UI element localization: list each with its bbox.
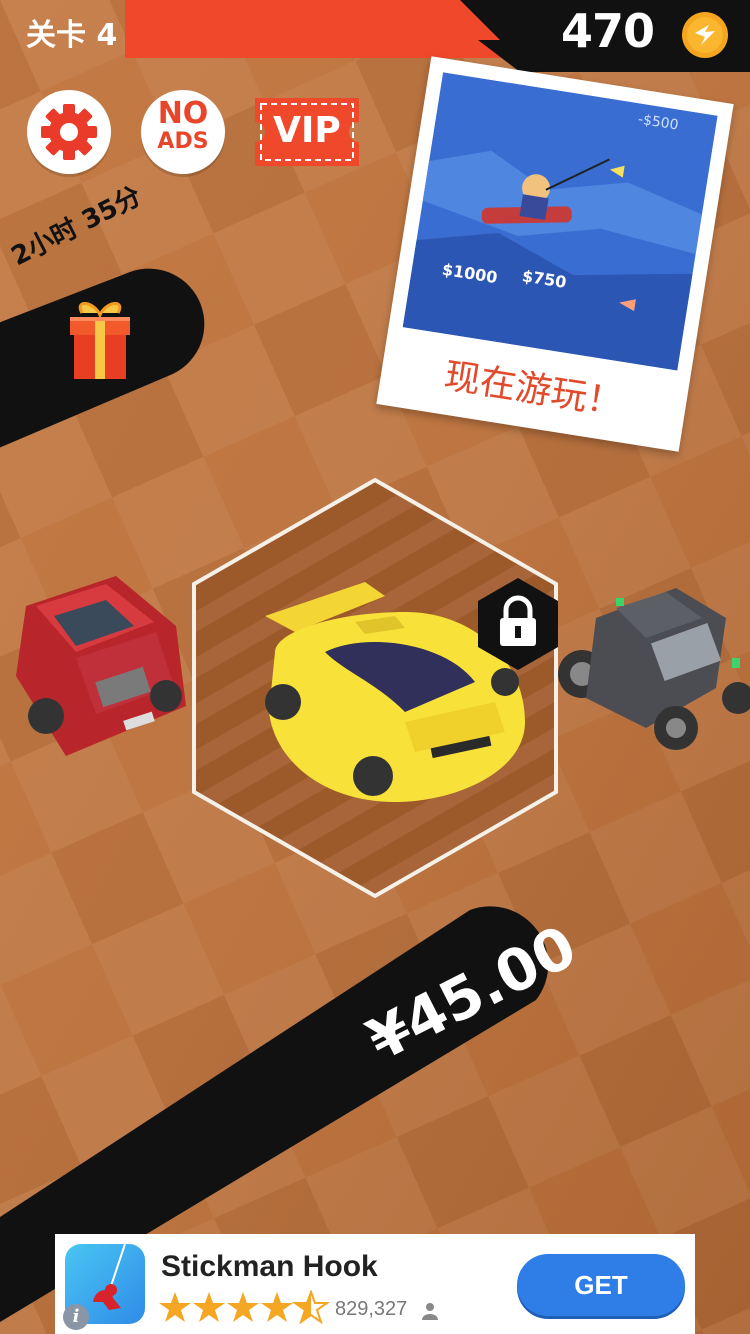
no-ads-line1: NO: [157, 96, 209, 131]
ad-info-icon[interactable]: i: [63, 1304, 89, 1330]
vip-label: VIP: [273, 110, 341, 151]
promo-card[interactable]: -$500 $1000 $750 现在游玩！: [376, 56, 734, 452]
settings-button[interactable]: [27, 90, 111, 174]
ad-rating-count: 829,327: [335, 1298, 408, 1320]
coin-count: 470: [560, 4, 655, 58]
ad-banner[interactable]: i Stickman Hook 829,327 GET: [55, 1234, 695, 1334]
user-icon: [422, 1303, 438, 1320]
level-label: 关卡 4: [26, 18, 118, 53]
lock-badge: [478, 578, 558, 670]
no-ads-label: NO ADS: [141, 96, 225, 156]
no-ads-button[interactable]: NO ADS: [141, 90, 225, 174]
rating-stars-icon: [159, 1291, 328, 1323]
vip-button[interactable]: VIP: [255, 98, 359, 166]
car-gray-hotrod[interactable]: [556, 578, 750, 758]
gift-box-icon[interactable]: [64, 295, 136, 385]
ad-get-button[interactable]: GET: [517, 1254, 685, 1316]
ad-app-name: Stickman Hook: [161, 1250, 378, 1283]
gear-icon: [41, 104, 97, 160]
coin-lightning-icon: [682, 12, 728, 58]
promo-game-image: -$500 $1000 $750: [402, 72, 718, 371]
no-ads-line2: ADS: [157, 129, 209, 154]
car-red-pickup[interactable]: [6, 566, 192, 762]
